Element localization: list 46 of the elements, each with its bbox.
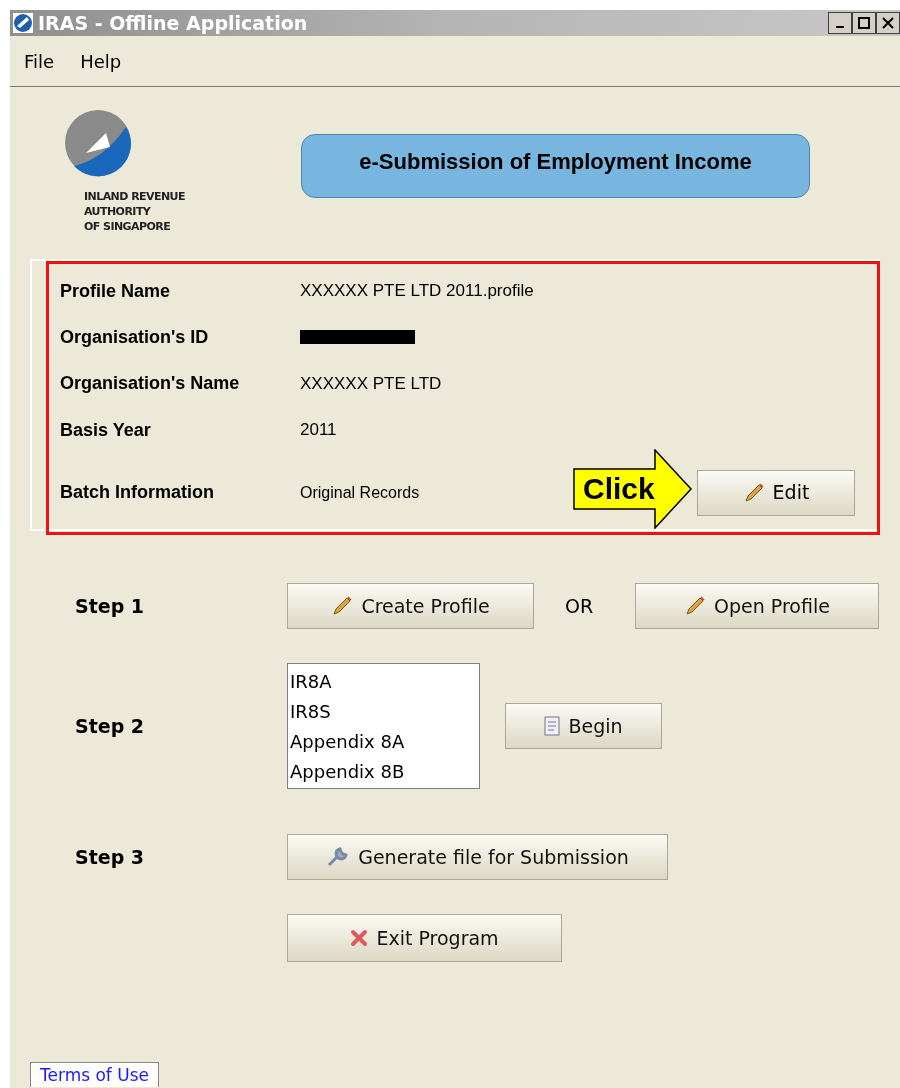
close-icon — [350, 929, 369, 947]
field-label: Batch Information — [60, 481, 215, 505]
open-profile-button[interactable]: Open Profile — [635, 583, 879, 629]
document-icon — [544, 716, 561, 736]
or-text: OR — [565, 593, 595, 619]
wrench-icon — [326, 845, 351, 869]
list-item[interactable]: IR8S — [290, 697, 479, 727]
menu-item[interactable]: Help — [80, 47, 122, 75]
begin-button[interactable]: Begin — [505, 703, 662, 749]
list-item[interactable]: Appendix 8B — [290, 757, 479, 787]
field-value: 2011 — [300, 419, 337, 442]
maximize-icon — [858, 17, 870, 29]
create-profile-button[interactable]: Create Profile — [287, 583, 534, 629]
list-item[interactable]: IR8A — [290, 667, 479, 697]
exit-button[interactable]: Exit Program — [287, 914, 562, 962]
list-item[interactable]: Appendix 8A — [290, 727, 479, 757]
callout-text: Click — [583, 471, 655, 507]
window-title: IRAS - Offline Application — [38, 10, 308, 36]
minimize-button[interactable] — [828, 12, 852, 34]
maximize-button[interactable] — [852, 12, 876, 34]
edit-button[interactable]: Edit — [697, 469, 855, 516]
close-icon — [882, 17, 894, 29]
banner-title: e-Submission of Employment Income — [359, 148, 752, 176]
minimize-icon — [836, 26, 844, 28]
field-value: XXXXXX PTE LTD — [300, 373, 442, 395]
logo-icon — [64, 109, 132, 177]
field-label: Profile Name — [60, 279, 172, 303]
field-label: Basis Year — [60, 418, 152, 442]
logo-text: INLAND REVENUE — [84, 189, 186, 204]
logo-text: AUTHORITY — [84, 204, 152, 219]
field-label: Organisation's Name — [60, 372, 241, 396]
step-label: Step 2 — [75, 713, 146, 739]
app-icon — [12, 12, 34, 34]
step-label: Step 3 — [75, 844, 146, 870]
field-value: XXXXXX PTE LTD 2011.profile — [300, 280, 534, 303]
pencil-icon — [331, 595, 354, 617]
field-value: Original Records — [300, 482, 420, 503]
close-button[interactable] — [876, 12, 900, 34]
pencil-icon — [742, 481, 765, 504]
menu-item[interactable]: File — [24, 47, 55, 75]
step-label: Step 1 — [75, 593, 146, 619]
terms-link[interactable]: Terms of Use — [30, 1062, 159, 1087]
pencil-icon — [684, 595, 707, 617]
generate-button[interactable]: Generate file for Submission — [287, 834, 668, 880]
logo-text: OF SINGAPORE — [84, 219, 172, 234]
field-label: Organisation's ID — [60, 325, 210, 349]
